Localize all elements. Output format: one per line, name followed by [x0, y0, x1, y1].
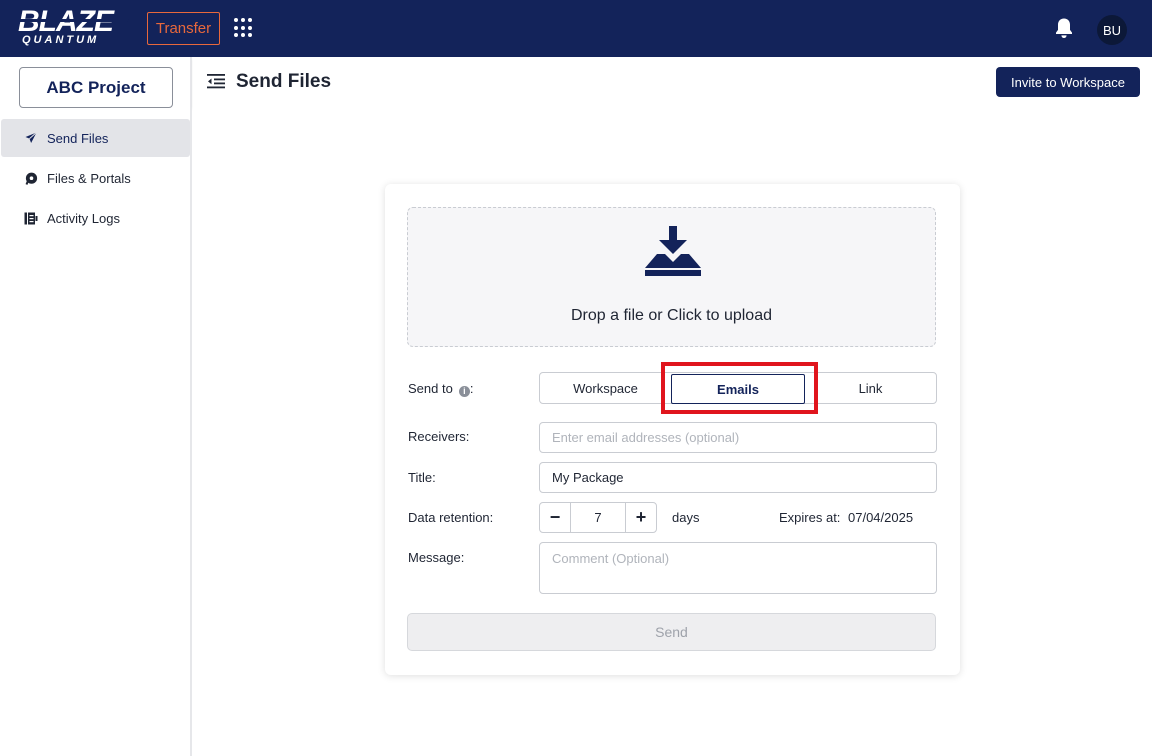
invite-to-workspace-button[interactable]: Invite to Workspace [996, 67, 1140, 97]
expires-label: Expires at: [779, 510, 841, 525]
logo-sub-text: QUANTUM [22, 34, 100, 46]
logo-main-text: BLAZE [18, 5, 114, 38]
retention-stepper: − 7 + [539, 502, 657, 533]
decrement-button[interactable]: − [540, 503, 571, 532]
message-textarea[interactable]: Comment (Optional) [539, 542, 937, 594]
page-title: Send Files [236, 71, 332, 92]
title-label: Title: [408, 470, 436, 485]
sidebar-item-activity-logs[interactable]: Activity Logs [1, 199, 190, 237]
logo-swoosh [19, 19, 129, 22]
info-icon[interactable]: i [458, 386, 470, 397]
user-avatar[interactable]: BU [1097, 15, 1127, 45]
upload-tray-icon [645, 226, 701, 276]
data-retention-label: Data retention: [408, 510, 494, 525]
project-selector-button[interactable]: ABC Project [19, 67, 173, 108]
send-files-card: Drop a file or Click to upload Send to i:… [385, 184, 960, 675]
blaze-quantum-logo[interactable]: BLAZE QUANTUM [18, 7, 130, 47]
send-to-label: Send to i: [408, 381, 474, 397]
send-button[interactable]: Send [407, 613, 936, 651]
retention-unit: days [672, 510, 700, 525]
increment-button[interactable]: + [625, 503, 656, 532]
send-icon [23, 130, 39, 146]
file-dropzone[interactable]: Drop a file or Click to upload [407, 207, 936, 347]
activity-logs-icon [23, 210, 39, 226]
sidebar-item-files-portals[interactable]: Files & Portals [1, 159, 190, 197]
send-to-option-link[interactable]: Link [805, 373, 936, 403]
apps-grid-icon[interactable] [234, 18, 254, 38]
sidebar-item-label: Send Files [47, 130, 109, 146]
sidebar: ABC Project Send Files Files & Portals A… [0, 57, 192, 756]
receivers-input[interactable]: Enter email addresses (optional) [539, 422, 937, 453]
receivers-label: Receivers: [408, 429, 470, 444]
collapse-menu-icon[interactable] [207, 73, 225, 89]
page-header: Send Files Invite to Workspace [193, 57, 1152, 107]
send-to-option-workspace[interactable]: Workspace [540, 373, 671, 403]
message-label: Message: [408, 550, 465, 565]
dropzone-text: Drop a file or Click to upload [571, 307, 772, 324]
files-portals-icon [23, 170, 39, 186]
highlight-annotation-box [661, 362, 818, 414]
sidebar-item-label: Files & Portals [47, 170, 131, 186]
retention-value[interactable]: 7 [571, 503, 625, 532]
notification-bell-icon[interactable] [1054, 17, 1074, 39]
transfer-button[interactable]: Transfer [147, 12, 220, 45]
title-input[interactable]: My Package [539, 462, 937, 493]
sidebar-item-send-files[interactable]: Send Files [1, 119, 190, 157]
expires-value: 07/04/2025 [848, 510, 914, 525]
top-bar: BLAZE QUANTUM Transfer BU [0, 0, 1152, 57]
sidebar-item-label: Activity Logs [47, 210, 120, 226]
